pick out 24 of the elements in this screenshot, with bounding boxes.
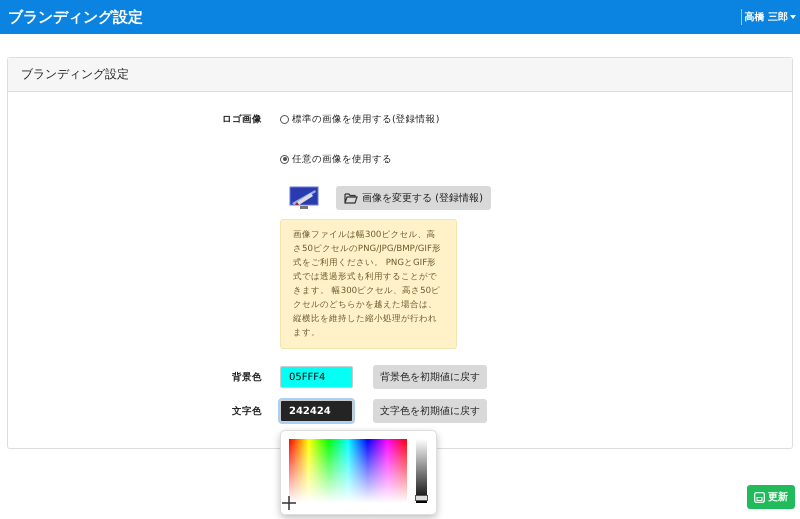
reset-color-button[interactable]: 背景色を初期値に戻す — [373, 365, 487, 389]
page-title: ブランディング設定 — [8, 8, 143, 26]
reset-color-button[interactable]: 文字色を初期値に戻す — [373, 399, 487, 423]
panel-title: ブランディング設定 — [21, 66, 129, 83]
brightness-slider[interactable] — [416, 439, 427, 503]
folder-icon — [344, 192, 358, 204]
slider-thumb[interactable] — [415, 494, 428, 501]
radio-option[interactable]: 任意の画像を使用する — [280, 152, 392, 166]
radio-option[interactable]: 標準の画像を使用する(登録情報) — [280, 112, 440, 126]
radio-button[interactable] — [280, 154, 289, 164]
info-note: 画像ファイルは幅300ピクセル、高さ50ピクセルのPNG/JPG/BMP/GIF形式をご利用ください。 PNGとGIF形式では透過形式も利用することができます。 幅300ピクセル、高さ50ピクセルのどちらかを越えた場合は、縦横比を維持した縮小処理が行われます。 — [280, 219, 457, 349]
caret-icon — [790, 15, 796, 19]
save-icon — [754, 492, 765, 502]
crosshair-icon[interactable] — [282, 496, 296, 510]
user-menu[interactable]: 高橋 三郎 — [744, 10, 796, 24]
color-field[interactable]: 05FFF4 — [280, 366, 353, 388]
field-label: 文字色 — [231, 404, 262, 418]
color-spectrum[interactable] — [289, 439, 407, 503]
monitor-pen-icon — [289, 186, 319, 210]
radio-button[interactable] — [280, 114, 289, 124]
field-label: 背景色 — [231, 370, 262, 384]
color-field[interactable]: 242424 — [280, 400, 353, 422]
field-label: ロゴ画像 — [221, 112, 262, 126]
change-image-button[interactable]: 画像を変更する (登録情報) — [336, 186, 491, 210]
